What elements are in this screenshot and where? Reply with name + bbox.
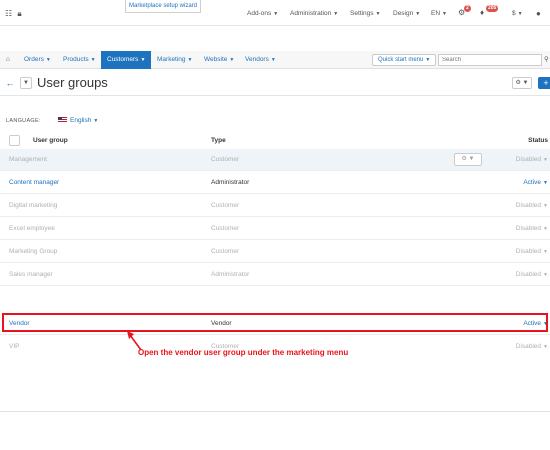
user-group-type: Customer [211, 248, 240, 255]
lock-icon[interactable]: 🔒︎ [17, 9, 21, 18]
user-group-type: Customer [211, 156, 240, 163]
settings-menu[interactable]: Settings ▼ [350, 10, 380, 17]
table-row[interactable]: Sales manager Administrator Disabled ▼ [0, 264, 550, 286]
design-menu[interactable]: Design ▼ [393, 10, 420, 17]
language-menu[interactable]: EN ▼ [431, 10, 447, 17]
menu-orders[interactable]: Orders ▼ [24, 51, 51, 69]
table-row[interactable]: Content manager Administrator Active ▼ [0, 172, 550, 194]
chevron-down-icon: ▼ [543, 226, 548, 232]
status-dropdown[interactable]: Disabled ▼ [516, 343, 548, 350]
user-group-name[interactable]: Digital marketing [9, 202, 57, 209]
us-flag-icon [58, 117, 67, 123]
page-title: User groups [37, 75, 108, 90]
menu-vendors[interactable]: Vendors ▼ [245, 51, 276, 69]
chevron-down-icon: ▼ [543, 203, 548, 209]
user-group-name[interactable]: VIP [9, 343, 19, 350]
table-row[interactable]: Excel employee Customer Disabled ▼ [0, 218, 550, 240]
chevron-down-icon: ▼ [543, 157, 548, 163]
currency-menu[interactable]: $ ▼ [512, 10, 523, 17]
user-group-type: Customer [211, 225, 240, 232]
chevron-down-icon: ▼ [442, 11, 447, 17]
marketplace-wizard-tab[interactable]: Marketplace setup wizard [125, 0, 201, 13]
chevron-down-icon: ▼ [187, 57, 193, 63]
column-header-status[interactable]: Status [528, 137, 548, 144]
language-label: LANGUAGE: [6, 118, 41, 124]
status-dropdown[interactable]: Disabled ▼ [516, 271, 548, 278]
addons-menu[interactable]: Add-ons ▼ [247, 10, 278, 17]
chevron-down-icon: ▼ [375, 11, 381, 17]
sidebar-toggle-button[interactable]: ▼ [20, 77, 32, 89]
table-row[interactable]: Marketing Group Customer Disabled ▼ [0, 241, 550, 263]
chevron-down-icon: ▼ [333, 11, 339, 17]
search-icon[interactable]: ⚲ [544, 51, 549, 69]
chevron-down-icon: ▼ [425, 57, 431, 63]
user-group-name[interactable]: Sales manager [9, 271, 53, 278]
user-group-type: Administrator [211, 179, 250, 186]
chevron-down-icon: ▼ [229, 57, 235, 63]
status-dropdown[interactable]: Disabled ▼ [516, 156, 548, 163]
user-group-name[interactable]: Management [9, 156, 47, 163]
table-row[interactable]: Management Customer ⚙ ▼ Disabled ▼ [0, 149, 550, 171]
admin-top-bar: ☷ 🔒︎ Marketplace setup wizard Add-ons ▼ A… [0, 0, 550, 26]
table-header: User group Type Status [0, 134, 550, 149]
footer-divider [0, 411, 550, 412]
main-menu-bar: ⌂ Orders ▼ Products ▼ Customers ▼ Marketing… [0, 51, 550, 69]
menu-marketing[interactable]: Marketing ▼ [157, 51, 193, 69]
column-header-type[interactable]: Type [211, 137, 226, 144]
status-dropdown[interactable]: Disabled ▼ [516, 248, 548, 255]
add-user-group-button[interactable]: + [538, 77, 550, 89]
administration-menu[interactable]: Administration ▼ [290, 10, 338, 17]
notifications-badge: 2 [464, 5, 471, 12]
chevron-down-icon: ▼ [140, 57, 146, 63]
chevron-down-icon: ▼ [45, 57, 51, 63]
quick-start-menu-button[interactable]: Quick start menu ▼ [372, 54, 437, 66]
store-icon[interactable]: ☷ [5, 9, 12, 18]
user-group-name[interactable]: Content manager [9, 179, 59, 186]
bell-icon[interactable]: ♦ [480, 8, 484, 17]
row-actions-gear-button[interactable]: ⚙ ▼ [454, 153, 482, 166]
annotation-text: Open the vendor user group under the mar… [138, 348, 349, 357]
menu-customers[interactable]: Customers ▼ [101, 51, 152, 69]
chevron-down-icon: ▼ [90, 57, 96, 63]
menu-website[interactable]: Website ▼ [204, 51, 234, 69]
back-arrow-icon[interactable]: ← [4, 77, 16, 89]
chevron-down-icon: ▼ [517, 11, 523, 17]
status-dropdown[interactable]: Disabled ▼ [516, 202, 548, 209]
chevron-down-icon: ▼ [543, 249, 548, 255]
messages-badge: 205 [486, 5, 499, 12]
column-header-user-group[interactable]: User group [33, 137, 68, 144]
select-all-checkbox[interactable] [9, 135, 20, 146]
menu-products[interactable]: Products ▼ [63, 51, 96, 69]
user-account-icon[interactable]: ● [536, 9, 541, 18]
settings-gear-button[interactable]: ⚙ ▼ [512, 77, 532, 89]
chevron-down-icon: ▼ [543, 180, 548, 186]
table-row[interactable]: Digital marketing Customer Disabled ▼ [0, 195, 550, 217]
page-title-bar: ← ▼ User groups ⚙ ▼ + [0, 70, 550, 96]
search-input[interactable] [438, 54, 542, 66]
chevron-down-icon: ▼ [543, 344, 548, 350]
user-group-name[interactable]: Excel employee [9, 225, 55, 232]
chevron-down-icon: ▼ [273, 11, 279, 17]
chevron-down-icon: ▼ [93, 118, 99, 124]
user-group-name[interactable]: Marketing Group [9, 248, 57, 255]
annotation-highlight-box [2, 313, 548, 332]
home-icon[interactable]: ⌂ [6, 51, 10, 69]
chevron-down-icon: ▼ [415, 11, 421, 17]
top-left-icons: ☷ 🔒︎ [5, 9, 22, 19]
language-selector[interactable]: English ▼ [58, 117, 98, 124]
user-group-type: Customer [211, 202, 240, 209]
status-dropdown[interactable]: Disabled ▼ [516, 225, 548, 232]
chevron-down-icon: ▼ [270, 57, 276, 63]
user-group-type: Administrator [211, 271, 250, 278]
status-dropdown[interactable]: Active ▼ [523, 179, 548, 186]
chevron-down-icon: ▼ [543, 272, 548, 278]
